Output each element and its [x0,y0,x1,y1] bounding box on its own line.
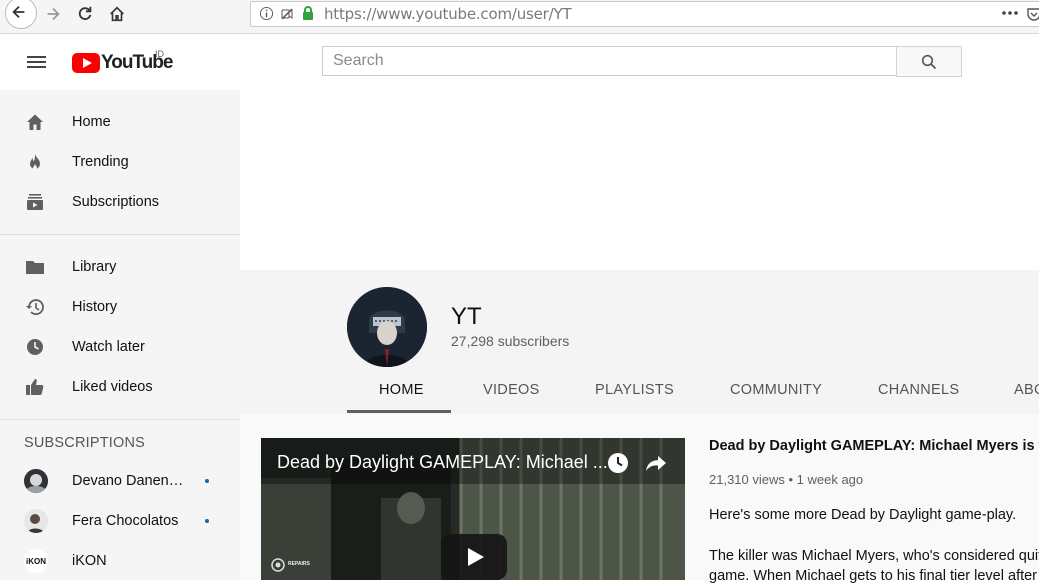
country-code: ID [155,49,164,59]
subscriptions-icon [24,192,46,212]
sidebar-item-library[interactable]: Library [0,247,240,287]
sidebar-item-label: Subscriptions [72,194,160,210]
subscription-label: iKON [72,553,107,569]
watch-later-icon[interactable] [607,452,629,474]
video-title-link[interactable]: Dead by Daylight GAMEPLAY: Michael Myers… [709,438,1039,454]
lock-icon [303,6,313,20]
sidebar-item-label: History [72,299,118,315]
browser-toolbar: https://www.youtube.com/user/YT [0,0,1039,34]
more-dots-icon[interactable] [1001,10,1019,16]
active-tab-indicator [347,410,451,413]
permissions-icon [281,8,293,20]
sidebar-item-trending[interactable]: Trending [0,142,240,182]
sidebar-item-label: Home [72,114,111,130]
address-bar[interactable]: https://www.youtube.com/user/YT [250,1,1039,27]
video-description: game. When Michael gets to his final tie… [709,568,1039,584]
tab-home[interactable]: HOME [379,382,424,398]
sidebar-item-label: Liked videos [72,379,153,395]
search-icon [921,54,937,69]
house-icon [110,6,124,22]
sidebar-item-subscriptions[interactable]: Subscriptions [0,182,240,222]
youtube-logo[interactable]: YouTube ID [72,49,173,76]
info-icon [259,6,274,21]
pocket-icon[interactable] [1027,6,1039,22]
subscription-label: Devano Danen… [72,473,184,489]
new-content-dot [205,519,209,523]
tab-about[interactable]: ABO [1014,382,1039,398]
clock-icon [24,337,46,357]
sidebar-divider [0,234,240,235]
sidebar-item-watch-later[interactable]: Watch later [0,327,240,367]
sidebar-item-liked-videos[interactable]: Liked videos [0,367,240,407]
subscription-item[interactable]: Devano Danen… [0,461,240,501]
badge-text: REPAIRS [288,561,310,567]
video-overlay-title: Dead by Daylight GAMEPLAY: Michael ... [277,452,608,472]
featured-video-player[interactable]: Dead by Daylight GAMEPLAY: Michael ... R… [261,438,685,580]
tab-playlists[interactable]: PLAYLISTS [595,382,674,398]
subscriptions-heading: SUBSCRIPTIONS [24,435,146,451]
search-input[interactable] [323,47,896,75]
thumbs-up-icon [24,377,46,397]
repairs-badge: REPAIRS [271,554,311,576]
tab-community[interactable]: COMMUNITY [730,382,822,398]
new-content-dot [205,479,209,483]
avatar [24,509,48,533]
folder-icon [24,257,46,277]
sidebar-item-history[interactable]: History [0,287,240,327]
history-icon [24,297,46,317]
play-button[interactable] [441,534,507,580]
avatar: iKON [24,549,48,573]
sidebar-item-label: Library [72,259,117,275]
gear-icon [271,558,285,572]
sidebar-item-label: Trending [72,154,129,170]
tab-channels[interactable]: CHANNELS [878,382,959,398]
forward-button[interactable] [36,0,70,28]
youtube-header: YouTube ID [0,34,1039,90]
back-button[interactable] [2,0,37,29]
arrow-right-icon [47,7,60,21]
subscription-item[interactable]: iKON iKON [0,541,240,581]
channel-name: YT [451,303,482,330]
share-icon[interactable] [645,452,667,474]
url-text: https://www.youtube.com/user/YT [324,5,572,23]
sidebar-item-home[interactable]: Home [0,102,240,142]
subscription-item[interactable]: Fera Chocolatos [0,501,240,541]
search-box [322,46,896,76]
avatar [24,469,48,493]
video-description: The killer was Michael Myers, who's cons… [709,548,1039,564]
sidebar: Home Trending Subscriptions Library Hist… [0,90,240,580]
home-browser-button[interactable] [100,0,134,28]
play-logo-icon [72,53,100,73]
arrow-left-icon [12,5,25,19]
video-meta: 21,310 views • 1 week ago [709,472,864,487]
reload-button[interactable] [68,0,102,28]
tab-videos[interactable]: VIDEOS [483,382,540,398]
channel-avatar [347,287,427,367]
sidebar-item-label: Watch later [72,339,145,355]
hamburger-menu-icon[interactable] [22,50,50,74]
home-icon [24,112,46,132]
sidebar-divider [0,419,240,420]
reload-icon [78,6,92,20]
flame-icon [24,152,46,172]
channel-banner [240,90,1039,270]
subscriber-count: 27,298 subscribers [451,333,570,349]
search-button[interactable] [896,46,962,77]
video-description: Here's some more Dead by Daylight game-p… [709,507,1017,523]
subscription-label: Fera Chocolatos [72,513,179,529]
